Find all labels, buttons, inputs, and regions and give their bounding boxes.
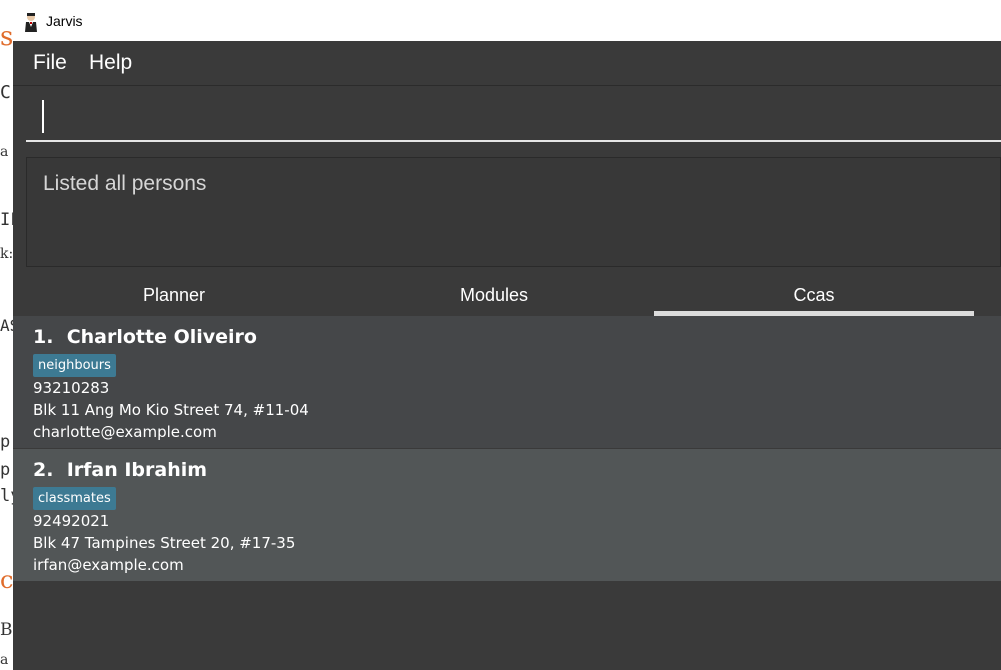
person-email: irfan@example.com bbox=[33, 556, 184, 574]
menu-bar: File Help bbox=[13, 41, 1001, 86]
text-caret bbox=[42, 100, 44, 133]
person-name: Charlotte Oliveiro bbox=[66, 326, 257, 348]
background-document: sk C a IF k: AS p p ly ca B a bbox=[0, 0, 14, 670]
result-display: Listed all persons bbox=[26, 157, 1001, 267]
person-tag: classmates bbox=[33, 487, 116, 510]
person-card[interactable]: 1. Charlotte Oliveiro neighbours 9321028… bbox=[13, 316, 1001, 448]
menu-file[interactable]: File bbox=[33, 51, 67, 75]
person-phone: 92492021 bbox=[33, 512, 110, 530]
tab-modules[interactable]: Modules bbox=[334, 285, 654, 306]
result-message: Listed all persons bbox=[43, 172, 207, 195]
person-name-line: 2. Irfan Ibrahim bbox=[33, 459, 207, 481]
title-bar[interactable]: Jarvis bbox=[13, 4, 1001, 42]
tab-ccas[interactable]: Ccas bbox=[654, 285, 974, 306]
person-index: 2. bbox=[33, 459, 54, 481]
jarvis-window: Jarvis File Help Listed all persons Plan… bbox=[13, 4, 1001, 670]
person-name: Irfan Ibrahim bbox=[66, 459, 208, 481]
person-card-selected[interactable]: 2. Irfan Ibrahim classmates 92492021 Blk… bbox=[13, 449, 1001, 581]
menu-help[interactable]: Help bbox=[89, 51, 132, 75]
window-title: Jarvis bbox=[46, 13, 83, 29]
person-address: Blk 47 Tampines Street 20, #17-35 bbox=[33, 534, 296, 552]
person-address: Blk 11 Ang Mo Kio Street 74, #11-04 bbox=[33, 401, 309, 419]
butler-icon bbox=[25, 13, 37, 32]
person-phone: 93210283 bbox=[33, 379, 110, 397]
command-input[interactable] bbox=[26, 88, 1001, 142]
person-name-line: 1. Charlotte Oliveiro bbox=[33, 326, 257, 348]
tab-planner[interactable]: Planner bbox=[14, 285, 334, 306]
person-list[interactable]: 1. Charlotte Oliveiro neighbours 9321028… bbox=[13, 316, 1001, 670]
person-tag: neighbours bbox=[33, 354, 116, 377]
tab-bar: Planner Modules Ccas bbox=[13, 280, 1001, 316]
person-email: charlotte@example.com bbox=[33, 423, 217, 441]
person-index: 1. bbox=[33, 326, 54, 348]
